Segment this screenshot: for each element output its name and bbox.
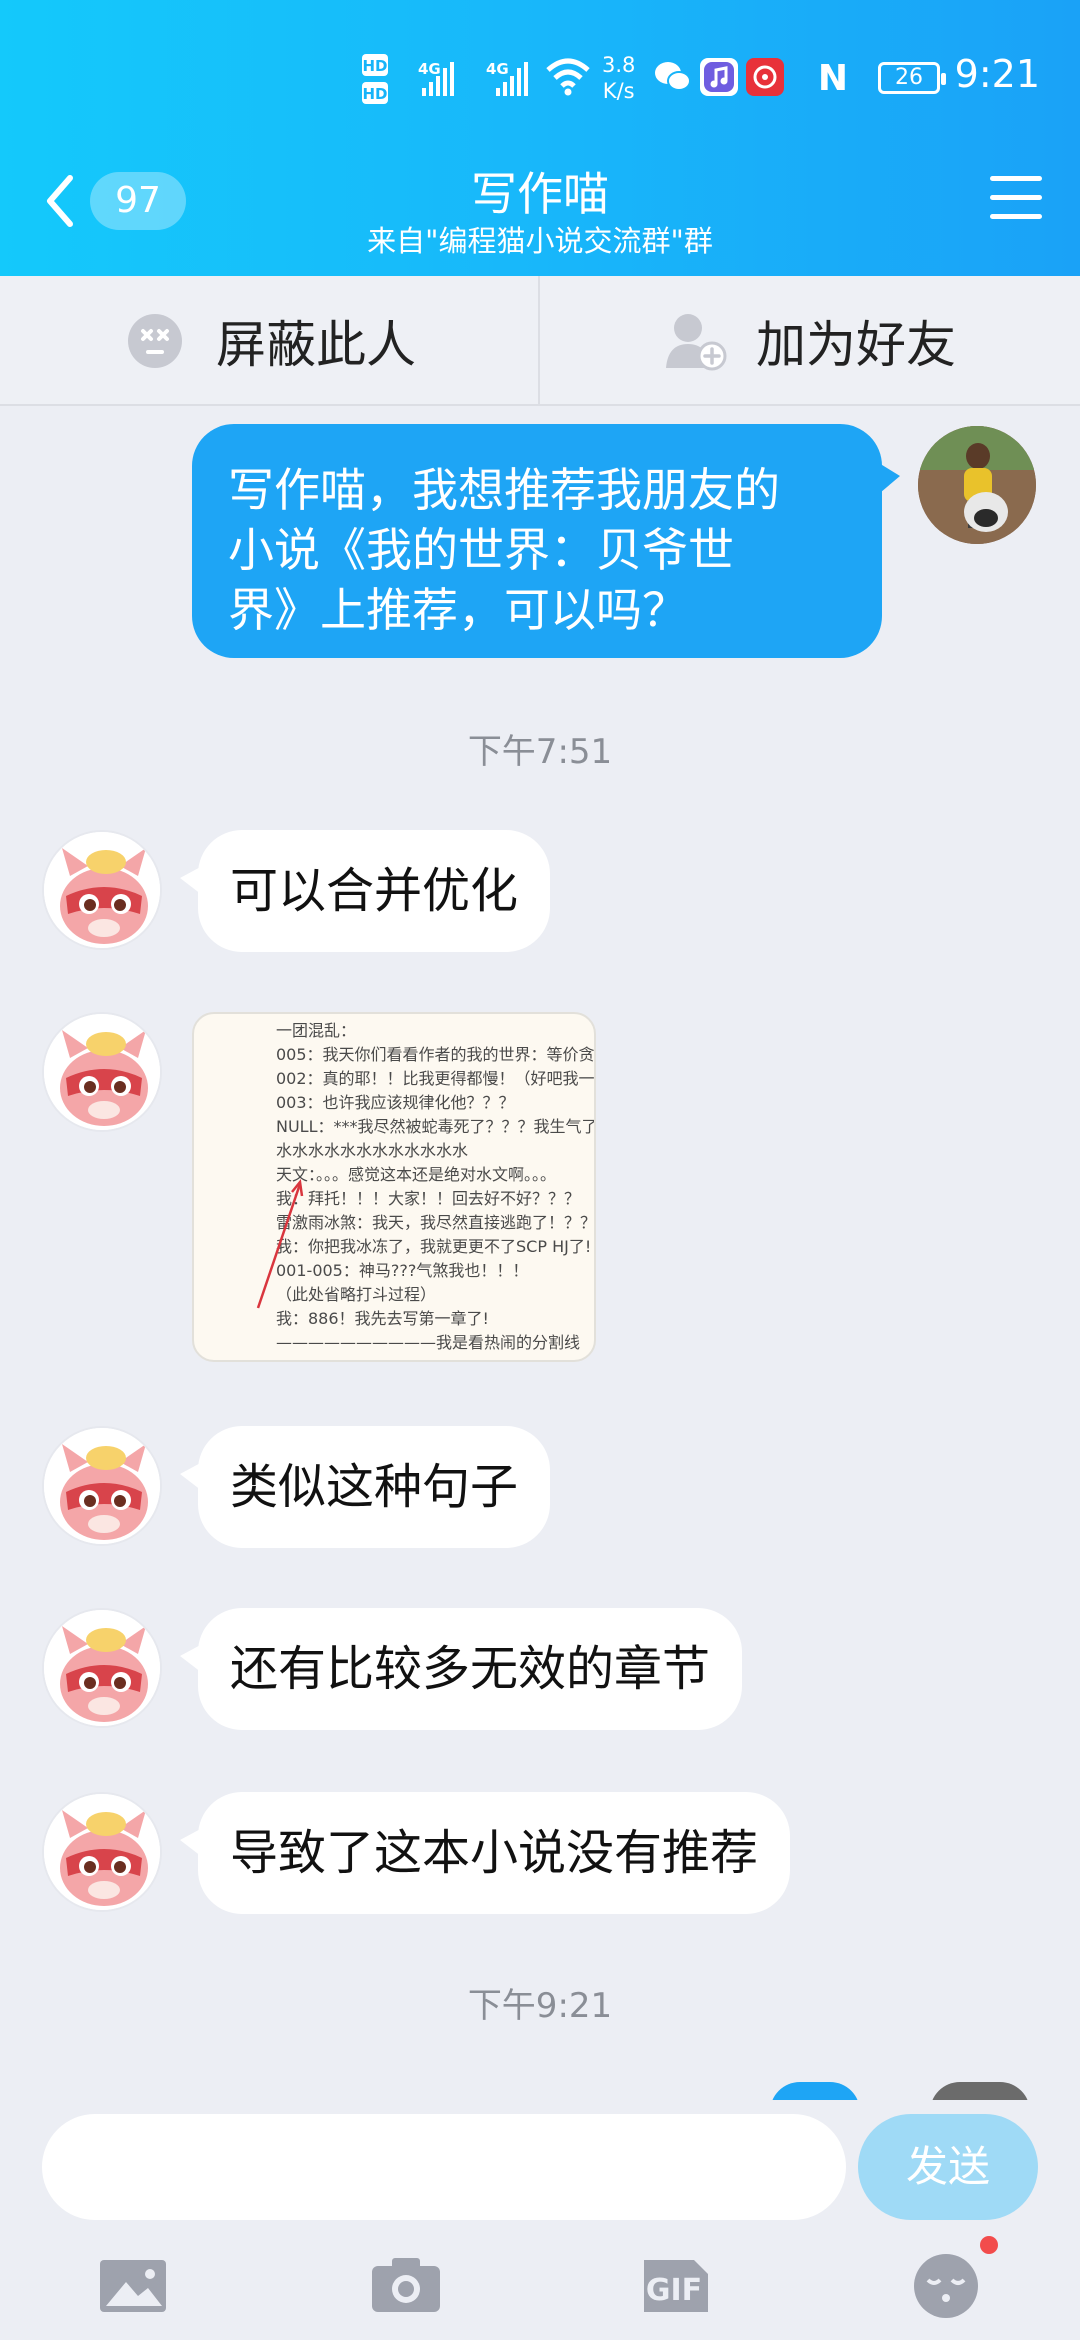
gif-icon[interactable]: GIF [636,2248,716,2320]
pinduoduo-icon [746,58,784,96]
sender-avatar[interactable] [42,1608,162,1728]
svg-text:HD: HD [362,57,387,75]
clock: 9:21 [954,52,1040,96]
svg-text:4G: 4G [486,60,509,78]
image-text-line: 005：我天你们看看作者的我的世界：等价贪婪 [276,1045,596,1064]
camera-icon[interactable] [366,2248,446,2320]
stranger-action-bar: 屏蔽此人 加为好友 [0,276,1080,406]
my-avatar[interactable] [918,426,1036,544]
network-speed: 3.8 K/s [602,53,636,103]
add-friend-label: 加为好友 [756,316,956,374]
block-user-button[interactable]: 屏蔽此人 [126,276,416,406]
image-message[interactable]: 一团混乱： 005：我天你们看看作者的我的世界：等价贪婪 002：真的耶！！比我… [192,1012,596,1362]
message-line: 小说《我的世界：贝爷世 [228,523,734,577]
sender-avatar[interactable] [42,1426,162,1546]
image-text-line: 我：你把我冰冻了，我就更更不了SCP HJ了! [276,1237,592,1256]
incoming-message-bubble[interactable]: 还有比较多无效的章节 [179,1608,743,1730]
svg-text:4G: 4G [418,60,441,78]
image-text-line: NULL：***我尽然被蛇毒死了？？？我生气了! [276,1117,596,1136]
image-picker-icon[interactable] [94,2248,174,2320]
wechat-icon [654,58,692,96]
add-friend-button[interactable]: 加为好友 [664,276,956,406]
incoming-message-bubble[interactable]: 导致了这本小说没有推荐 [179,1792,791,1914]
incoming-message-bubble[interactable]: 类似这种句子 [179,1426,551,1548]
block-face-icon [128,314,182,368]
block-user-label: 屏蔽此人 [216,316,416,374]
action-divider [538,276,540,406]
message-input[interactable] [42,2114,846,2220]
message-line: 写作喵，我想推荐我朋友的 [228,463,780,517]
image-text-line: 水水水水水水水水水水水水 [276,1141,469,1160]
sender-avatar[interactable] [42,1792,162,1912]
music-app-icon [700,58,738,96]
image-text-line: 002：真的耶！！比我更得都慢！（好吧我一章 [276,1069,596,1088]
nfc-icon: N [817,58,848,99]
send-button[interactable]: 发送 [858,2114,1038,2220]
timestamp: 下午9:21 [467,1986,613,2026]
outgoing-message-bubble[interactable]: 写作喵，我想推荐我朋友的 小说《我的世界：贝爷世 界》上推荐，可以吗？ [192,424,900,658]
annotation-arrow-icon [256,1178,304,1309]
sender-avatar[interactable] [42,830,162,950]
timestamp: 下午7:51 [467,732,613,772]
svg-text:HD: HD [362,85,387,103]
add-friend-icon [666,314,727,371]
sender-avatar[interactable] [42,1012,162,1132]
chat-header: HD HD 4G 4G 3.8 K/s N 26 9:21 97 写作喵 来自"… [0,0,1080,276]
input-bar: 发送 GIF [0,2100,1080,2340]
signal-icon: HD HD 4G 4G [362,52,552,116]
image-text-line: 天文：。。。感觉这本还是绝对水文啊。。。 [276,1165,557,1184]
battery-icon: 26 [878,62,946,94]
hamburger-menu-icon[interactable] [990,176,1042,222]
image-text-line: 雷激雨冰煞：我天，我尽然直接逃跑了！？？ [276,1213,596,1232]
emoji-icon[interactable] [906,2248,986,2320]
image-text-line: 我：拜托！！！大家！！回去好不好？？？ [276,1189,581,1208]
image-text-line: 一团混乱： [276,1021,357,1040]
incoming-message-bubble[interactable]: 可以合并优化 [179,830,551,952]
image-text-line: ——————————我是看热闹的分割线 [276,1333,581,1352]
image-text-line: 003：也许我应该规律化他？？？ [276,1093,515,1112]
message-line: 界》上推荐，可以吗？ [228,583,688,637]
status-bar: HD HD 4G 4G 3.8 K/s N 26 9:21 [0,0,1080,150]
chat-title: 写作喵 [471,167,609,221]
svg-text:GIF: GIF [646,2273,702,2308]
wifi-icon [546,56,590,100]
chat-subtitle: 来自"编程猫小说交流群"群 [367,224,713,258]
notification-dot [980,2236,998,2254]
